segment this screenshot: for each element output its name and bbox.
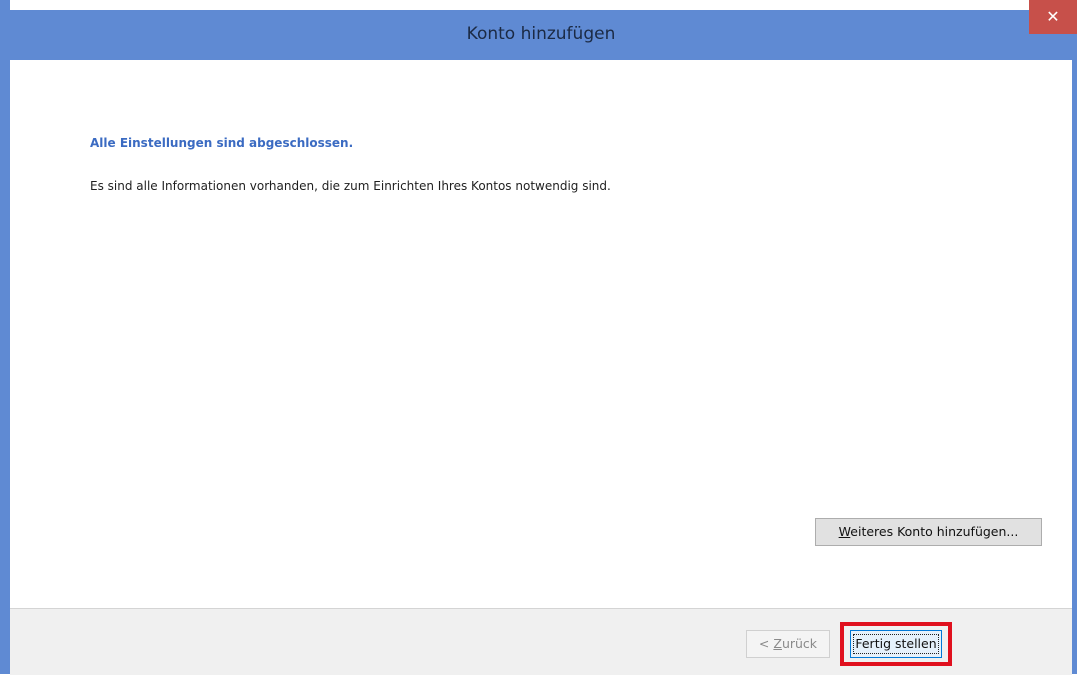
add-another-account-button[interactable]: Weiteres Konto hinzufügen... [815, 518, 1042, 546]
completion-heading: Alle Einstellungen sind abgeschlossen. [90, 136, 354, 150]
dialog-window: Konto hinzufügen ✕ Alle Einstellungen si… [0, 0, 1077, 675]
dialog-content: Alle Einstellungen sind abgeschlossen. E… [10, 60, 1072, 608]
back-button[interactable]: < Zurück [746, 630, 830, 658]
close-button[interactable]: ✕ [1029, 0, 1077, 34]
title-bar[interactable]: Konto hinzufügen ✕ [10, 0, 1077, 60]
back-prefix: < [758, 636, 774, 651]
add-account-label: eiteres Konto hinzufügen... [850, 524, 1019, 539]
finish-label: Fertig stellen [853, 634, 939, 654]
window-title: Konto hinzufügen [466, 24, 616, 44]
back-mnemonic: Z [773, 636, 782, 651]
finish-button[interactable]: Fertig stellen [850, 630, 942, 658]
back-label: urück [781, 636, 818, 651]
completion-info-text: Es sind alle Informationen vorhanden, di… [90, 179, 611, 193]
close-icon: ✕ [1046, 7, 1060, 26]
dialog-footer: < Zurück Fertig stellen [10, 608, 1072, 675]
add-account-mnemonic: W [838, 524, 851, 539]
